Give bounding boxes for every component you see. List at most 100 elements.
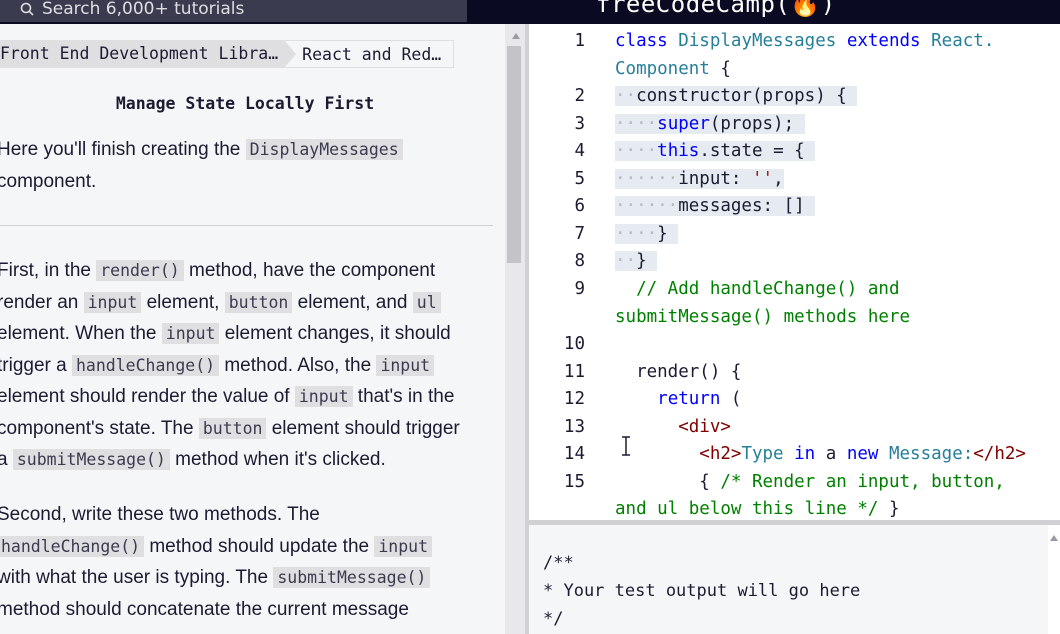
inline-code: render() (96, 260, 184, 281)
line-number: 7 (574, 224, 585, 244)
text: element should trigger (266, 417, 460, 439)
code-token: React. (931, 31, 995, 51)
inline-code: input (83, 291, 142, 313)
code-token: , (773, 169, 784, 189)
code-token: '' (751, 169, 774, 189)
code-token: super (657, 114, 710, 134)
text: method. Also, the (219, 354, 377, 376)
inline-code: submitMessage() (273, 567, 431, 588)
code-token: messages: [] (678, 196, 805, 216)
line-number: 3 (574, 114, 585, 134)
line-number: 14 (563, 444, 585, 464)
text: that's in the (352, 386, 455, 407)
code-comment: // Add handleChange() and (615, 279, 899, 299)
breadcrumb-block[interactable]: React and Red… (284, 40, 455, 68)
whitespace-marker: ···· (615, 224, 658, 244)
code-line: <h2>Type in a new Message:</h2> (615, 444, 1026, 464)
text: First, in the (0, 260, 97, 281)
code-token: <div> (678, 417, 731, 437)
search-bar[interactable]: Search 6,000+ tutorials (0, 0, 467, 22)
text: method should concatenate the current me… (0, 598, 409, 620)
code-token: Component (615, 59, 710, 79)
code-token: a (815, 444, 847, 464)
code-line: ····this.state = { (615, 141, 816, 161)
code-line: ······messages: [] (615, 196, 816, 216)
code-token: class (615, 31, 668, 51)
scrollbar-thumb[interactable] (507, 46, 521, 263)
code-token: Message: (878, 444, 974, 464)
console-scrollbar[interactable] (1048, 525, 1060, 634)
code-token: Type (741, 444, 795, 464)
text: trigger a (0, 354, 72, 376)
search-icon (20, 2, 34, 16)
inline-code: DisplayMessages (245, 139, 403, 160)
console-line: * Your test output will go here (543, 581, 861, 601)
scroll-up-arrow-icon[interactable] (1050, 535, 1058, 541)
code-token: .state = { (699, 141, 805, 161)
text-cursor-icon (622, 436, 630, 456)
whitespace-marker: ······ (615, 169, 679, 189)
search-placeholder: Search 6,000+ tutorials (42, 0, 245, 19)
text: element. When the (0, 323, 162, 344)
code-token: in (794, 444, 816, 464)
challenge-title: Manage State Locally First (115, 94, 375, 113)
code-token: new (846, 444, 879, 464)
inline-code: handleChange() (71, 354, 220, 376)
code-token: { (699, 472, 721, 492)
code-line: return ( (615, 389, 741, 409)
line-number: 15 (563, 472, 585, 492)
code-comment-wrap: submitMessage() methods here (615, 307, 911, 327)
scroll-up-arrow-icon[interactable] (512, 33, 520, 39)
code-token: } (657, 224, 668, 244)
whitespace-marker: ···· (615, 114, 658, 134)
text: element, and (292, 291, 413, 313)
code-token: constructor(props) { (636, 86, 847, 106)
line-number: 2 (574, 86, 585, 106)
line-number: 12 (563, 389, 585, 409)
line-number: 1 (574, 31, 585, 51)
breadcrumb: Front End Development Libra… React and R… (0, 40, 455, 68)
code-token: DisplayMessages (678, 31, 837, 51)
instructions-scrollbar[interactable] (505, 24, 525, 634)
text: element, (141, 291, 225, 313)
code-line: class DisplayMessages extends React. (615, 31, 994, 51)
code-line: ··constructor(props) { (615, 86, 858, 106)
top-nav: Search 6,000+ tutorials freeCodeCamp(🔥) (0, 0, 1060, 24)
description-paragraph-3: Second, write these two methods. The han… (0, 499, 497, 625)
code-token: // Add handleChange() and (636, 279, 900, 299)
text: Here you'll finish creating the (0, 139, 246, 160)
code-token: this (657, 141, 700, 161)
code-token: </h2> (973, 444, 1026, 464)
code-token: return (657, 389, 721, 409)
code-token: render() { (636, 362, 742, 382)
brand-logo[interactable]: freeCodeCamp(🔥) (596, 0, 836, 18)
code-token: <h2> (699, 444, 742, 464)
whitespace-marker: ···· (615, 141, 658, 161)
breadcrumb-superblock[interactable]: Front End Development Libra… (0, 40, 297, 68)
console-line: /** (543, 553, 574, 573)
code-line: <div> (615, 417, 731, 437)
code-token: and ul below this line */ (615, 499, 879, 519)
inline-code: input (374, 535, 433, 557)
code-editor[interactable]: 1 class DisplayMessages extends React. C… (529, 24, 1060, 520)
code-token: extends (846, 31, 921, 51)
inline-code: input (376, 354, 435, 376)
code-token: /* Render an input, button, (720, 472, 1005, 492)
code-token: } (636, 251, 647, 271)
text: component. (0, 170, 97, 192)
whitespace-marker: ·· (615, 86, 637, 106)
line-number: 11 (563, 362, 585, 382)
whitespace-marker: ·· (615, 251, 637, 271)
divider (0, 225, 493, 226)
code-token: } (878, 499, 900, 519)
text: element changes, it should (219, 323, 451, 344)
inline-code: handleChange() (0, 535, 145, 557)
console-line: */ (543, 609, 564, 629)
whitespace-marker: ······ (615, 196, 679, 216)
text: Second, write these two methods. The (0, 504, 320, 525)
line-number: 6 (574, 196, 585, 216)
line-number: 13 (563, 417, 585, 437)
line-number: 8 (574, 251, 585, 271)
text: render an (0, 291, 84, 313)
inline-code: button (198, 417, 267, 439)
